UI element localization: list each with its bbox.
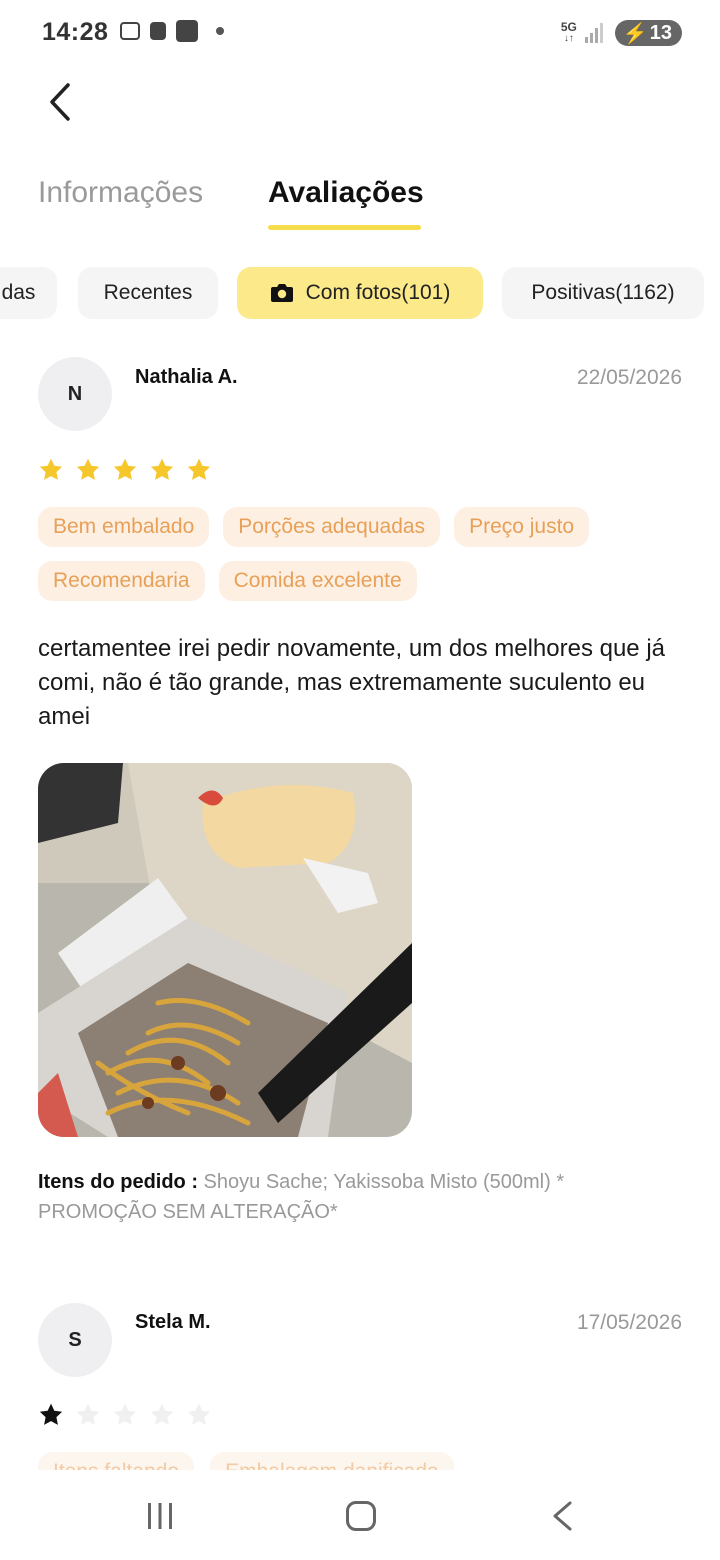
review-tag: Preço justo bbox=[454, 507, 590, 547]
status-bar: 14:28 5G ↓↑ ⚡ 13 bbox=[0, 0, 720, 68]
star-filled-icon bbox=[39, 1403, 63, 1425]
tab-informacoes[interactable]: Informações bbox=[38, 176, 203, 210]
review-date: 22/05/2026 bbox=[576, 366, 682, 389]
recent-apps-button[interactable] bbox=[146, 1501, 174, 1531]
app-notification-icon bbox=[176, 20, 198, 42]
food-photo-image bbox=[38, 763, 412, 1137]
star-empty-icon bbox=[187, 1403, 211, 1425]
review-tags: Bem embalado Porções adequadas Preço jus… bbox=[38, 507, 678, 601]
filter-chips: das Recentes Com fotos(101) Positivas(11… bbox=[0, 267, 720, 319]
filter-chip-recentes[interactable]: Recentes bbox=[78, 267, 218, 319]
system-navigation-bar bbox=[0, 1470, 720, 1560]
tab-avaliacoes[interactable]: Avaliações bbox=[268, 176, 424, 210]
star-rating bbox=[38, 457, 212, 483]
review-photo[interactable] bbox=[38, 763, 412, 1137]
clock: 14:28 bbox=[42, 18, 109, 46]
star-filled-icon bbox=[39, 458, 63, 480]
review-tag: Porções adequadas bbox=[223, 507, 441, 547]
chevron-left-icon bbox=[50, 83, 70, 121]
avatar: S bbox=[38, 1303, 112, 1377]
signal-icon bbox=[584, 23, 607, 43]
screenshot-icon bbox=[120, 22, 140, 40]
home-button[interactable] bbox=[346, 1501, 376, 1531]
star-filled-icon bbox=[150, 458, 174, 480]
active-tab-indicator bbox=[268, 225, 421, 230]
review-tag: Comida excelente bbox=[218, 561, 417, 601]
reviewer-name: Nathalia A. bbox=[135, 366, 238, 388]
battery-indicator: ⚡ 13 bbox=[614, 20, 682, 46]
filter-chip-positivas[interactable]: Positivas(1162) bbox=[502, 267, 704, 319]
review-date: 17/05/2026 bbox=[576, 1311, 682, 1334]
review-tag: Recomendaria bbox=[38, 561, 205, 601]
order-items-label: Itens do pedido : bbox=[38, 1171, 198, 1193]
system-back-button[interactable] bbox=[550, 1500, 574, 1532]
reviewer-name: Stela M. bbox=[135, 1311, 211, 1333]
back-button[interactable] bbox=[40, 78, 84, 126]
star-empty-icon bbox=[76, 1403, 100, 1425]
star-filled-icon bbox=[76, 458, 100, 480]
star-rating bbox=[38, 1402, 212, 1428]
more-notifications-icon bbox=[216, 27, 224, 35]
review-text: certamentee irei pedir novamente, um dos… bbox=[38, 635, 665, 730]
network-type: 5G ↓↑ bbox=[560, 20, 577, 44]
filter-chip-partial[interactable]: das bbox=[0, 267, 57, 319]
star-filled-icon bbox=[187, 458, 211, 480]
star-empty-icon bbox=[150, 1403, 174, 1425]
star-filled-icon bbox=[113, 458, 137, 480]
lock-icon bbox=[150, 22, 166, 40]
star-empty-icon bbox=[113, 1403, 137, 1425]
order-items: Itens do pedido : Shoyu Sache; Yakissoba… bbox=[38, 1167, 678, 1227]
review-tag: Bem embalado bbox=[38, 507, 210, 547]
filter-chip-com-fotos[interactable]: Com fotos(101) bbox=[237, 267, 483, 319]
camera-icon bbox=[270, 284, 293, 302]
avatar: N bbox=[38, 357, 112, 431]
charging-icon: ⚡ bbox=[622, 22, 648, 45]
